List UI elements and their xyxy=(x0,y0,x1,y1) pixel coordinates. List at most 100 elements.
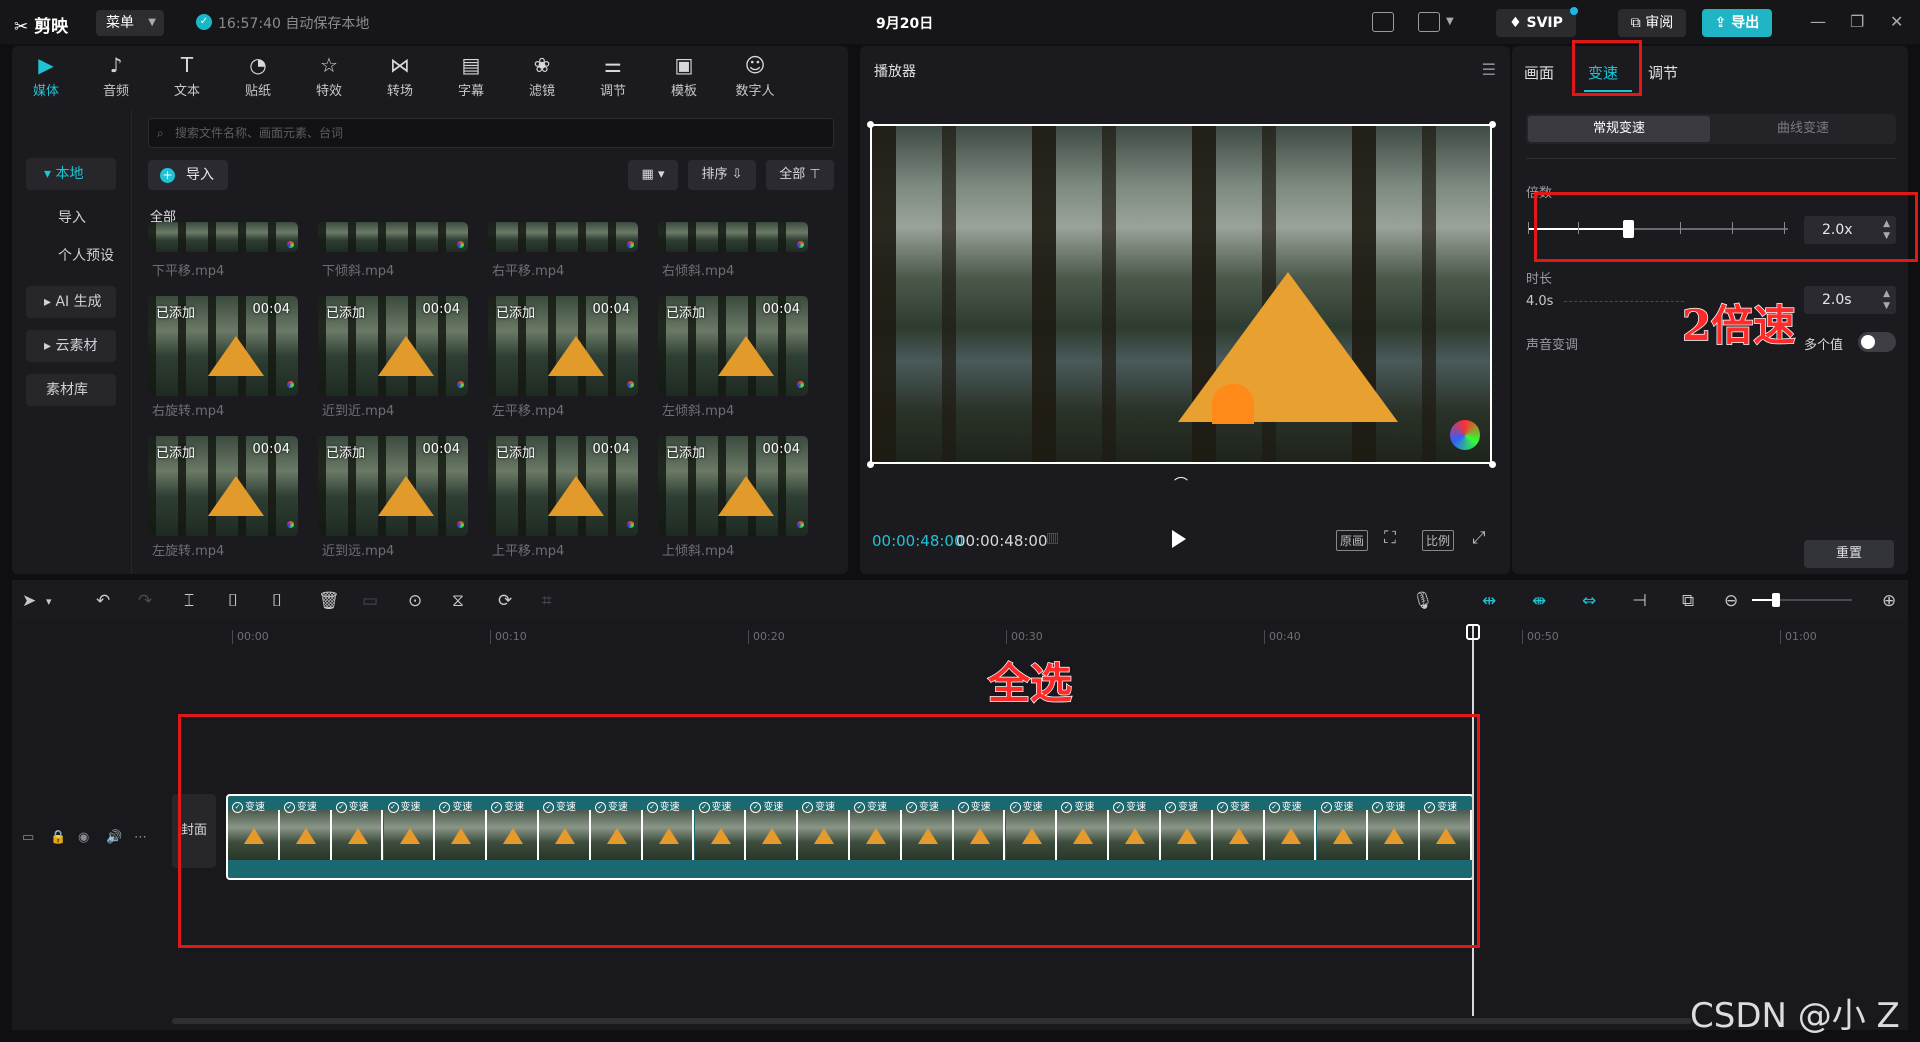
linkage-icon[interactable]: ⇼ xyxy=(1532,591,1546,611)
sidebar-item-personal-preset[interactable]: 个人预设 xyxy=(26,240,116,272)
tab-picture[interactable]: 画面 xyxy=(1524,62,1554,83)
tab-transition[interactable]: ⋈ 转场 xyxy=(372,54,428,99)
media-thumbnail[interactable]: 已添加 00:04 xyxy=(488,436,638,536)
sidebar-item-ai-gen[interactable]: ▸ AI 生成 xyxy=(26,286,116,318)
resize-handle[interactable] xyxy=(867,121,874,128)
clip-frame[interactable] xyxy=(539,810,591,860)
tab-audio[interactable]: ♪ 音频 xyxy=(88,54,144,99)
lock-icon[interactable]: 🔒 xyxy=(50,830,66,845)
track-cover-icon[interactable]: ▭ xyxy=(22,830,34,845)
microphone-icon[interactable]: 🎙 xyxy=(1412,591,1434,611)
media-thumbnail[interactable]: 已添加 00:04 xyxy=(148,436,298,536)
preview-axis-icon[interactable]: ⇔ xyxy=(1582,591,1596,611)
clip-frame[interactable] xyxy=(798,810,850,860)
review-button[interactable]: ⧉ 审阅 xyxy=(1618,9,1686,37)
import-button[interactable]: + 导入 xyxy=(148,160,228,190)
clip-frame[interactable] xyxy=(1161,810,1213,860)
tab-speed[interactable]: 变速 xyxy=(1588,62,1618,83)
fit-screen-icon[interactable]: ⛶ xyxy=(1384,528,1396,548)
filter-button[interactable]: 全部 ⊤ xyxy=(766,160,834,190)
stepper-icon[interactable]: ▲ ▼ xyxy=(1883,288,1890,312)
reverse-icon[interactable]: ⊙ xyxy=(408,591,422,611)
zoom-in-icon[interactable]: ⊕ xyxy=(1882,591,1896,611)
hamburger-icon[interactable]: ☰ xyxy=(1482,60,1496,79)
resize-handle[interactable] xyxy=(867,461,874,468)
cover-button[interactable]: 封面 xyxy=(172,794,216,868)
minimize-icon[interactable]: — xyxy=(1810,12,1826,31)
sidebar-item-import[interactable]: 导入 xyxy=(26,202,116,234)
clip-frame[interactable] xyxy=(901,810,954,860)
delete-icon[interactable]: 🗑 xyxy=(318,591,340,611)
tab-subtitle[interactable]: ▤ 字幕 xyxy=(443,54,499,99)
clip-frame[interactable] xyxy=(228,810,280,860)
clip-frame[interactable] xyxy=(1264,810,1317,860)
align-icon[interactable]: ⊣ xyxy=(1632,591,1647,611)
tab-media[interactable]: ▶ 媒体 xyxy=(18,54,74,99)
media-thumbnail[interactable] xyxy=(488,222,638,252)
volume-icon[interactable]: 🔊 xyxy=(106,830,122,845)
clip-frame[interactable] xyxy=(746,810,799,860)
svip-button[interactable]: ♦ SVIP xyxy=(1496,7,1578,37)
tab-filter[interactable]: ❀ 滤镜 xyxy=(514,54,570,99)
clip-frame[interactable] xyxy=(1368,810,1421,860)
tab-effects[interactable]: ☆ 特效 xyxy=(301,54,357,99)
play-icon[interactable] xyxy=(1172,530,1186,548)
restore-icon[interactable]: ❐ xyxy=(1850,12,1864,31)
mirror-icon[interactable]: ⧖ xyxy=(452,591,464,611)
clip-frame[interactable] xyxy=(1109,810,1161,860)
sidebar-item-library[interactable]: 素材库 xyxy=(26,374,116,406)
eye-icon[interactable]: ◉ xyxy=(78,830,89,845)
original-quality-button[interactable]: 原画 xyxy=(1336,530,1369,551)
speed-slider-handle[interactable] xyxy=(1623,220,1634,238)
tab-text[interactable]: T 文本 xyxy=(159,54,215,99)
video-preview[interactable] xyxy=(870,124,1492,464)
chevron-down-icon[interactable]: ▼ xyxy=(1446,16,1454,27)
redo-icon[interactable]: ↷ xyxy=(138,591,152,611)
close-icon[interactable]: ✕ xyxy=(1890,12,1903,31)
clip-frame[interactable] xyxy=(1420,810,1472,860)
normal-speed-tab[interactable]: 常规变速 xyxy=(1528,116,1710,142)
tab-adjust-props[interactable]: 调节 xyxy=(1648,62,1678,83)
media-thumbnail[interactable]: 已添加 00:04 xyxy=(488,296,638,396)
chevron-down-icon[interactable]: ▾ xyxy=(46,595,52,608)
sort-button[interactable]: 排序 ⇩ xyxy=(688,160,756,190)
clip-frame[interactable] xyxy=(850,810,902,860)
zoom-out-icon[interactable]: ⊖ xyxy=(1724,591,1738,611)
view-mode-button[interactable]: ▦ ▾ xyxy=(628,160,678,190)
freeze-icon[interactable]: ▭ xyxy=(362,591,378,611)
clip-frame[interactable] xyxy=(1057,810,1110,860)
rotate-handle-icon[interactable]: ⌒ xyxy=(1174,474,1188,494)
reset-button[interactable]: 重置 xyxy=(1804,540,1894,568)
video-track-clips[interactable]: ✓ 变速 ✓ 变速 ✓ 变速 ✓ 变速 ✓ 变速 ✓ 变速 ✓ 变速 ✓ 变速 ✓ 变速 ✓ 变速 ✓ 变速 ✓ 变速 ✓ 变速 ✓… xyxy=(226,794,1474,880)
clip-frame[interactable] xyxy=(953,810,1006,860)
clip-frame[interactable] xyxy=(1212,810,1265,860)
resize-handle[interactable] xyxy=(1489,121,1496,128)
clip-frame[interactable] xyxy=(331,810,384,860)
layout-icon[interactable] xyxy=(1418,12,1440,32)
clip-frame[interactable] xyxy=(1316,810,1369,860)
stepper-icon[interactable]: ▲ ▼ xyxy=(1883,218,1890,242)
clip-frame[interactable] xyxy=(435,810,488,860)
tab-sticker[interactable]: ◔ 贴纸 xyxy=(230,54,286,99)
project-title[interactable]: 9月20日 xyxy=(876,13,933,33)
media-thumbnail[interactable]: 已添加 00:04 xyxy=(658,296,808,396)
playhead-handle[interactable] xyxy=(1466,624,1480,640)
clip-frame[interactable] xyxy=(1005,810,1058,860)
crop-icon[interactable]: ⌗ xyxy=(542,591,552,611)
sidebar-item-cloud[interactable]: ▸ 云素材 xyxy=(26,330,116,362)
split-right-icon[interactable]: ⌷ xyxy=(272,591,282,611)
resize-handle[interactable] xyxy=(1489,461,1496,468)
timeline-scrollbar[interactable] xyxy=(172,1018,1692,1024)
select-cursor-icon[interactable]: ➤ xyxy=(22,591,36,611)
pitch-toggle[interactable] xyxy=(1858,332,1896,352)
more-icon[interactable]: ⋯ xyxy=(134,830,147,845)
clip-frame[interactable] xyxy=(487,810,539,860)
aspect-ratio-button[interactable]: 比例 xyxy=(1422,530,1455,551)
media-thumbnail[interactable]: 已添加 00:04 xyxy=(318,296,468,396)
tab-template[interactable]: ▣ 模板 xyxy=(656,54,712,99)
curve-speed-tab[interactable]: 曲线变速 xyxy=(1712,116,1894,142)
timeline-grid-icon[interactable]: ▥ xyxy=(1046,530,1059,546)
media-thumbnail[interactable] xyxy=(148,222,298,252)
split-left-icon[interactable]: ⌷ xyxy=(228,591,238,611)
export-button[interactable]: ⇪ 导出 xyxy=(1702,9,1772,37)
